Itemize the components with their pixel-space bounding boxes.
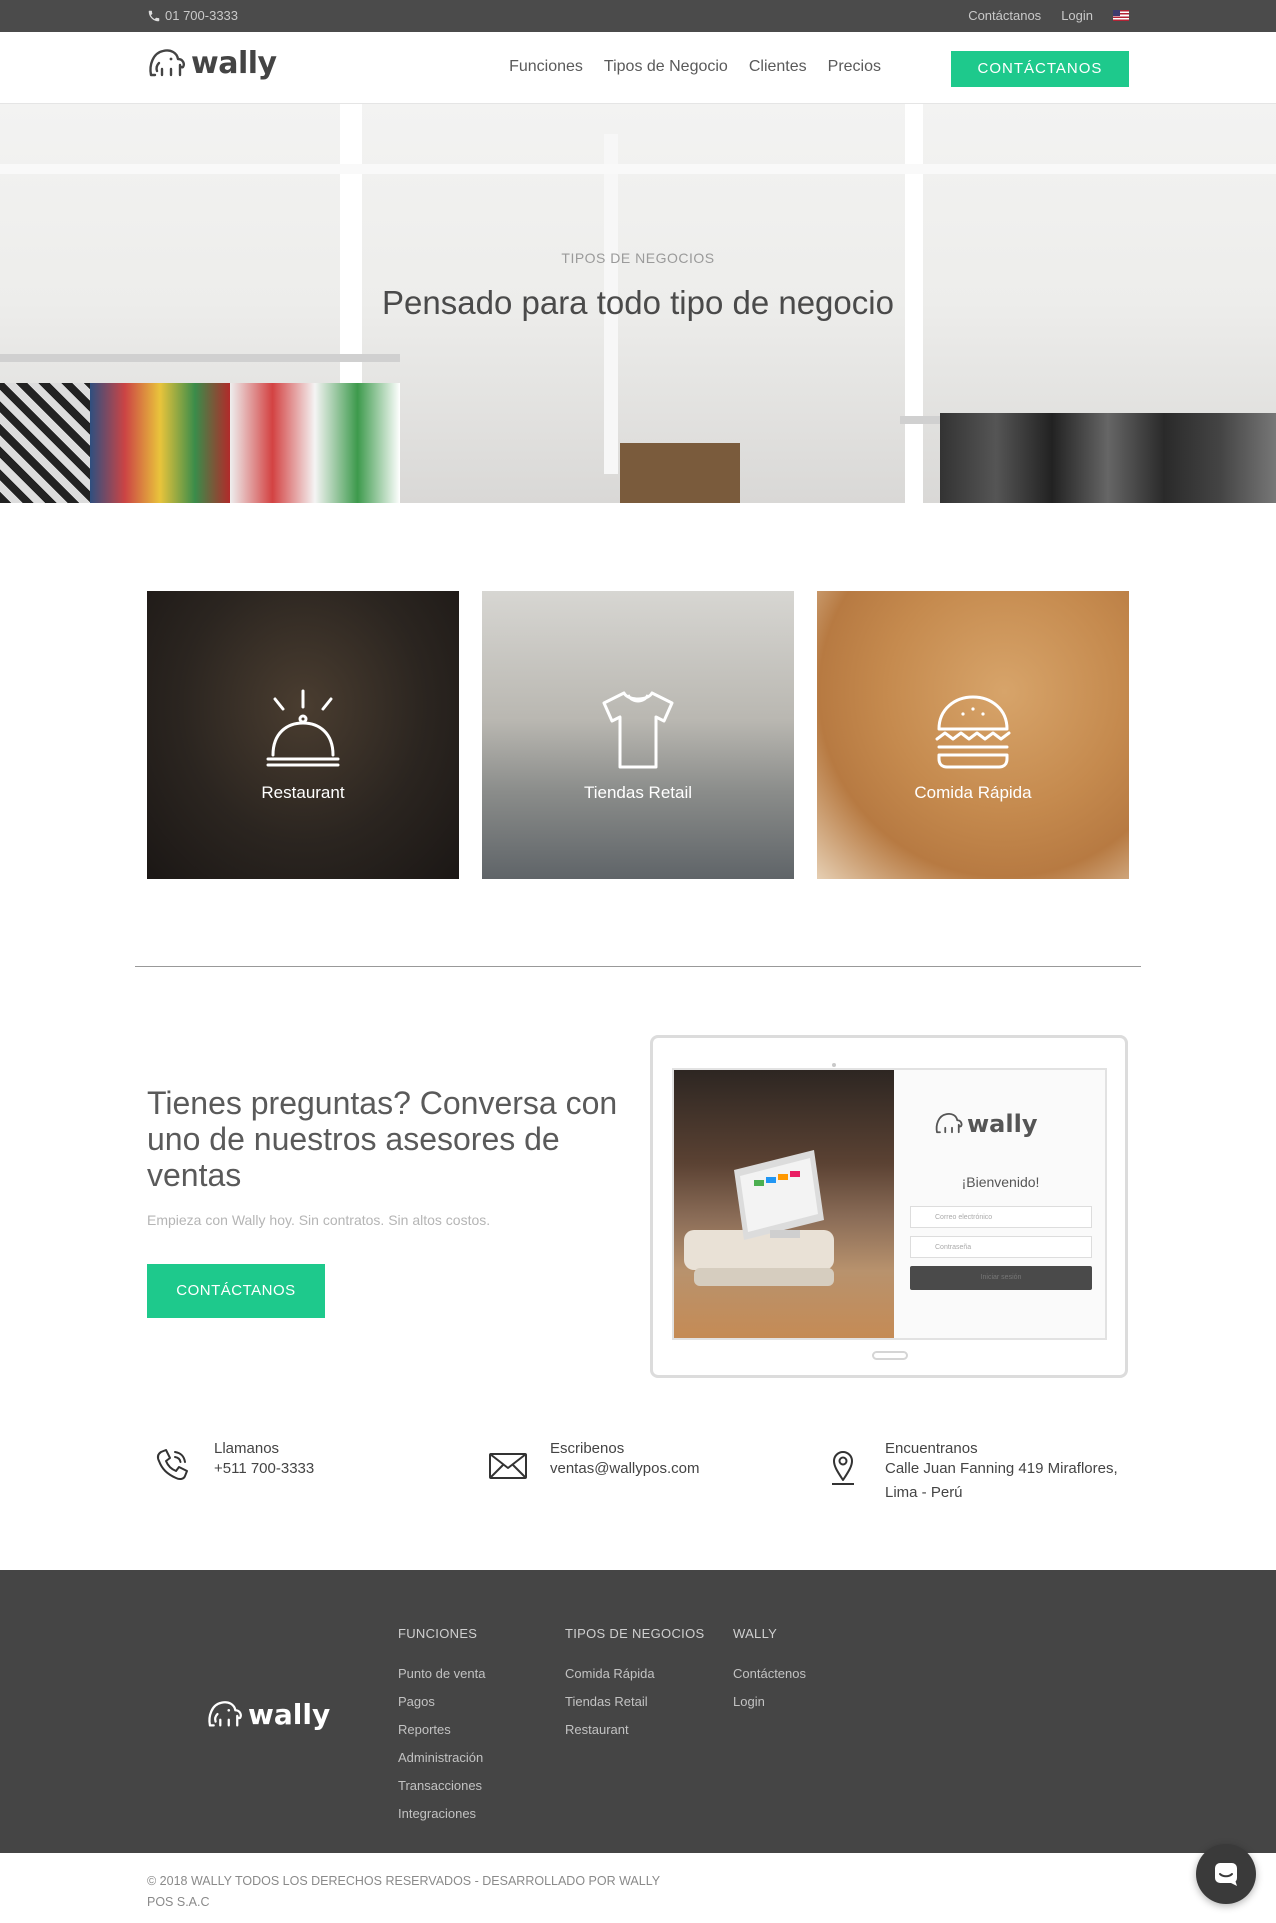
logo-wordmark: wally (191, 46, 277, 81)
contact-title: Tienes preguntas? Conversa con uno de nu… (147, 1085, 618, 1193)
contact-button[interactable]: CONTÁCTANOS (147, 1264, 325, 1318)
pos-terminal-photo (674, 1070, 894, 1338)
wally-logo[interactable]: wally (147, 46, 277, 81)
footer-link[interactable]: Tiendas Retail (565, 1688, 704, 1716)
footer-link[interactable]: Integraciones (398, 1800, 485, 1828)
info-email-value[interactable]: ventas@wallypos.com (550, 1457, 699, 1481)
footer-heading: FUNCIONES (398, 1626, 478, 1641)
topbar-phone[interactable]: 01 700-3333 (147, 8, 238, 23)
tablet-logo-wordmark: wally (967, 1110, 1038, 1138)
tablet-logo: wally (934, 1110, 1037, 1138)
tablet-email-field: Correo electrónico (910, 1206, 1092, 1228)
tablet-login-panel: wally ¡Bienvenido! Correo electrónico Co… (894, 1070, 1105, 1338)
top-bar: 01 700-3333 Contáctanos Login (0, 0, 1276, 32)
footer-link[interactable]: Punto de venta (398, 1660, 485, 1688)
info-location-value: Calle Juan Fanning 419 Miraflores, Lima … (885, 1460, 1118, 1501)
footer-link[interactable]: Contáctenos (733, 1660, 806, 1688)
elephant-logo-icon (208, 1700, 242, 1726)
hero-ceiling-bar (0, 164, 1276, 174)
footer-link[interactable]: Comida Rápida (565, 1660, 704, 1688)
elephant-logo-icon (935, 1112, 963, 1134)
elephant-logo-icon (149, 48, 185, 76)
section-divider (135, 966, 1141, 967)
copyright-bar: © 2018 WALLY TODOS LOS DERECHOS RESERVAD… (0, 1853, 1276, 1923)
card-fast-food[interactable]: Comida Rápida (817, 591, 1129, 879)
phone-icon (156, 1449, 188, 1481)
footer-link[interactable]: Transacciones (398, 1772, 485, 1800)
chat-bubble-icon (1215, 1863, 1237, 1886)
info-location-title: Encuentranos (885, 1440, 978, 1457)
nav-item-precios[interactable]: Precios (828, 58, 881, 76)
hero-clothes-rack (0, 354, 400, 362)
nav-menu: Funciones Tipos de Negocio Clientes Prec… (509, 58, 881, 76)
footer-column-tipos: TIPOS DE NEGOCIOS Comida Rápida Tiendas … (565, 1626, 704, 1744)
tablet-welcome: ¡Bienvenido! (961, 1174, 1040, 1190)
hero-clothes (0, 383, 90, 503)
tablet-mockup: wally ¡Bienvenido! Correo electrónico Co… (650, 1035, 1128, 1378)
service-bell-icon (266, 689, 340, 767)
footer-link[interactable]: Reportes (398, 1716, 485, 1744)
topbar-contact-link[interactable]: Contáctanos (968, 8, 1041, 23)
info-call-title: Llamanos (214, 1440, 280, 1457)
footer-heading: TIPOS DE NEGOCIOS (565, 1626, 705, 1641)
card-restaurant[interactable]: Restaurant (147, 591, 459, 879)
nav-contact-button[interactable]: CONTÁCTANOS (951, 51, 1129, 87)
info-call: Llamanos +511 700-3333 (156, 1440, 314, 1481)
hero-clothes (940, 413, 1276, 503)
us-flag-icon[interactable] (1113, 10, 1129, 21)
nav-item-clientes[interactable]: Clientes (749, 58, 807, 76)
tablet-password-field: Contraseña (910, 1236, 1092, 1258)
contact-subtitle: Empieza con Wally hoy. Sin contratos. Si… (147, 1212, 491, 1228)
footer-column-wally: WALLY Contáctenos Login (733, 1626, 806, 1716)
card-restaurant-label: Restaurant (261, 783, 345, 802)
info-call-value[interactable]: +511 700-3333 (214, 1457, 314, 1481)
tablet-home-button (872, 1351, 908, 1360)
tshirt-icon (602, 691, 674, 769)
info-email-title: Escribenos (550, 1440, 625, 1457)
footer-heading: WALLY (733, 1626, 778, 1641)
footer-link[interactable]: Pagos (398, 1688, 485, 1716)
envelope-icon (489, 1453, 527, 1479)
business-types: Restaurant Tiendas Retail Comida Rápida (147, 591, 1129, 879)
nav-item-tipos-de-negocio[interactable]: Tipos de Negocio (604, 58, 728, 76)
tablet-submit-button: Iniciar sesión (910, 1266, 1092, 1290)
hero-title: Pensado para todo tipo de negocio (382, 284, 894, 321)
footer: wally FUNCIONES Punto de venta Pagos Rep… (0, 1570, 1276, 1853)
chat-launcher[interactable] (1196, 1844, 1256, 1904)
footer-column-funciones: FUNCIONES Punto de venta Pagos Reportes … (398, 1626, 485, 1828)
tablet-camera (832, 1054, 846, 1085)
topbar-phone-text: 01 700-3333 (165, 8, 239, 23)
card-fast-food-label: Comida Rápida (914, 783, 1032, 802)
copyright-text: © 2018 WALLY TODOS LOS DERECHOS RESERVAD… (147, 1874, 660, 1909)
nav-item-funciones[interactable]: Funciones (509, 58, 583, 76)
burger-icon (935, 695, 1011, 769)
phone-icon (148, 10, 160, 21)
footer-link[interactable]: Administración (398, 1744, 485, 1772)
footer-link[interactable]: Restaurant (565, 1716, 704, 1744)
hero-table (620, 443, 740, 503)
tablet-screen: wally ¡Bienvenido! Correo electrónico Co… (672, 1068, 1107, 1340)
hero-eyebrow: TIPOS DE NEGOCIOS (561, 250, 715, 266)
footer-link[interactable]: Login (733, 1688, 806, 1716)
card-retail[interactable]: Tiendas Retail (482, 591, 794, 879)
hero-clothes (90, 383, 230, 503)
footer-logo[interactable]: wally (206, 1698, 330, 1731)
info-location: Encuentranos Calle Juan Fanning 419 Mira… (832, 1440, 1135, 1505)
footer-logo-wordmark: wally (248, 1698, 331, 1731)
hero-banner: TIPOS DE NEGOCIOS Pensado para todo tipo… (0, 104, 1276, 503)
hero-clothes (230, 383, 400, 503)
pos-terminal-illustration (684, 1150, 834, 1286)
main-navbar: wally Funciones Tipos de Negocio Cliente… (0, 32, 1276, 104)
map-pin-icon (832, 1451, 854, 1485)
info-email: Escribenos ventas@wallypos.com (489, 1440, 699, 1481)
topbar-login-link[interactable]: Login (1061, 8, 1093, 23)
card-retail-label: Tiendas Retail (583, 783, 693, 802)
